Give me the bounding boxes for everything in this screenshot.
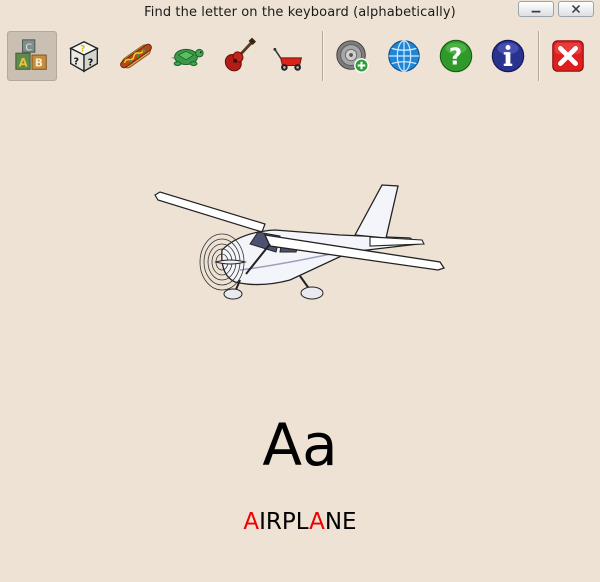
toys-category-button[interactable]	[266, 31, 316, 81]
help-icon: ?	[439, 39, 473, 73]
toolbar-separator	[322, 31, 324, 81]
title-bar: Find the letter on the keyboard (alphabe…	[0, 0, 600, 26]
window-title: Find the letter on the keyboard (alphabe…	[144, 5, 456, 20]
help-button[interactable]: ?	[431, 31, 481, 81]
wagon-icon	[273, 47, 303, 71]
word-segment: NE	[324, 509, 357, 535]
airplane-image	[154, 184, 446, 300]
svg-text:?: ?	[88, 58, 94, 69]
sound-add-icon	[336, 40, 369, 73]
animals-category-button[interactable]	[162, 31, 212, 81]
close-x-icon	[552, 40, 584, 72]
info-icon	[491, 39, 525, 73]
svg-text:A: A	[19, 55, 28, 69]
random-letters-button[interactable]: ? ? ?	[59, 31, 109, 81]
add-sound-button[interactable]	[327, 31, 377, 81]
word-segment: IRPL	[259, 509, 310, 535]
svg-text:?: ?	[80, 44, 85, 54]
toolbar-separator	[538, 31, 540, 81]
question-dice-icon: ? ? ?	[69, 41, 99, 73]
letters-blocks-button[interactable]: C A B	[7, 31, 57, 81]
globe-icon	[388, 40, 420, 72]
svg-text:?: ?	[449, 45, 462, 71]
word-display: AIRPLANE	[0, 505, 600, 539]
about-button[interactable]	[483, 31, 533, 81]
abc-blocks-icon: C A B	[15, 39, 47, 70]
word-highlight-letter: A	[309, 509, 325, 535]
svg-text:C: C	[25, 42, 32, 53]
turtle-icon	[170, 48, 204, 66]
toolbar: C A B ? ? ? ?	[0, 28, 600, 84]
hotdog-icon	[120, 43, 152, 69]
minimize-button[interactable]	[518, 1, 554, 17]
quit-button[interactable]	[543, 31, 593, 81]
svg-text:?: ?	[74, 57, 80, 68]
word-highlight-letter: A	[243, 509, 260, 535]
svg-text:B: B	[35, 57, 43, 69]
language-button[interactable]	[379, 31, 429, 81]
food-category-button[interactable]	[111, 31, 161, 81]
letter-display: Aa	[262, 411, 338, 479]
close-window-button[interactable]	[558, 1, 594, 17]
music-category-button[interactable]	[214, 31, 264, 81]
guitar-icon	[224, 37, 256, 72]
